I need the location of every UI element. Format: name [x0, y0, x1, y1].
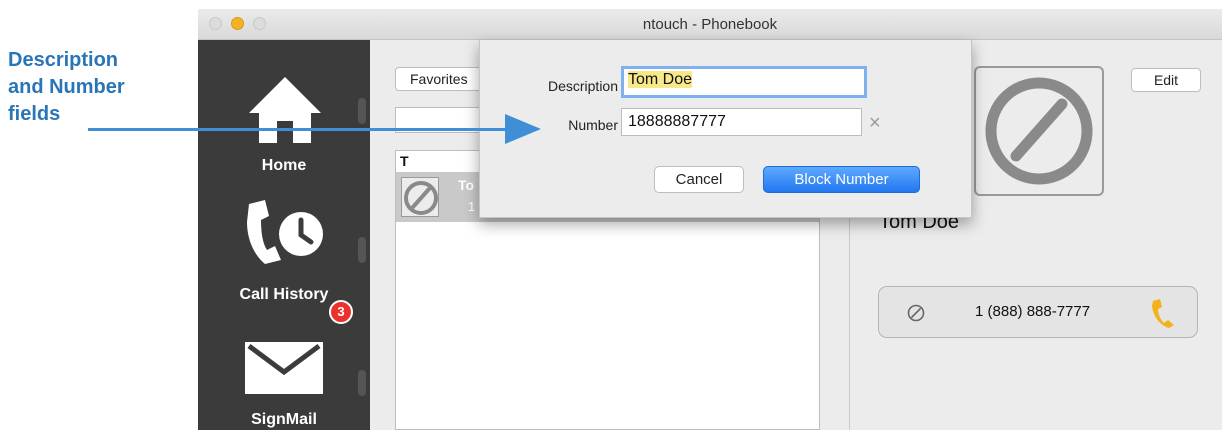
blocked-icon: [985, 77, 1093, 185]
clear-number-button[interactable]: ×: [869, 112, 881, 135]
callout-line-3: fields: [8, 103, 61, 125]
sidebar: Home Call History SignMail: [198, 40, 370, 430]
mail-icon: [245, 342, 323, 394]
block-number-dialog: Description Tom Doe Number 18888887777 ×…: [479, 40, 972, 218]
signmail-badge: 3: [329, 300, 353, 324]
block-number-button[interactable]: Block Number: [763, 166, 920, 193]
blocked-icon: [404, 181, 438, 215]
sidebar-tab-handle: [358, 370, 366, 396]
callout-text: Description and Number fields: [8, 47, 178, 128]
sidebar-item-label: SignMail: [251, 411, 317, 428]
sidebar-tab-handle: [358, 98, 366, 124]
call-history-icon: [247, 200, 323, 264]
sidebar-tab-handle: [358, 237, 366, 263]
contact-avatar: [401, 177, 439, 217]
list-section-header: T: [400, 153, 409, 169]
number-field[interactable]: 18888887777: [621, 108, 862, 136]
description-label: Description: [547, 78, 618, 94]
callout-arrow-line: [88, 128, 515, 131]
contact-name: To: [458, 177, 475, 193]
callout-line-2: and Number: [8, 76, 125, 98]
callout-line-1: Description: [8, 49, 119, 71]
phone-number-text: 1 (888) 888-7777: [975, 303, 1091, 320]
phone-number-button[interactable]: 1 (888) 888-7777: [878, 286, 1198, 338]
blocked-icon: [907, 304, 925, 322]
favorites-button[interactable]: Favorites: [395, 67, 485, 91]
sidebar-item-label: Home: [261, 157, 307, 174]
phone-call-icon: [1152, 299, 1174, 328]
sidebar-item-signmail[interactable]: SignMail: [198, 310, 370, 430]
callout-arrow-head: [505, 114, 541, 144]
window-title: ntouch - Phonebook: [642, 16, 778, 33]
sidebar-item-home[interactable]: Home: [198, 40, 370, 180]
description-field[interactable]: Tom Doe: [621, 66, 867, 98]
description-value: Tom Doe: [628, 71, 693, 88]
contact-photo: [974, 66, 1104, 196]
contact-number: 1: [468, 199, 476, 214]
edit-button[interactable]: Edit: [1131, 68, 1201, 92]
cancel-button[interactable]: Cancel: [654, 166, 744, 193]
sidebar-item-call-history[interactable]: Call History: [198, 180, 370, 310]
home-icon: [249, 77, 321, 143]
title-bar: ntouch - Phonebook: [198, 9, 1222, 40]
